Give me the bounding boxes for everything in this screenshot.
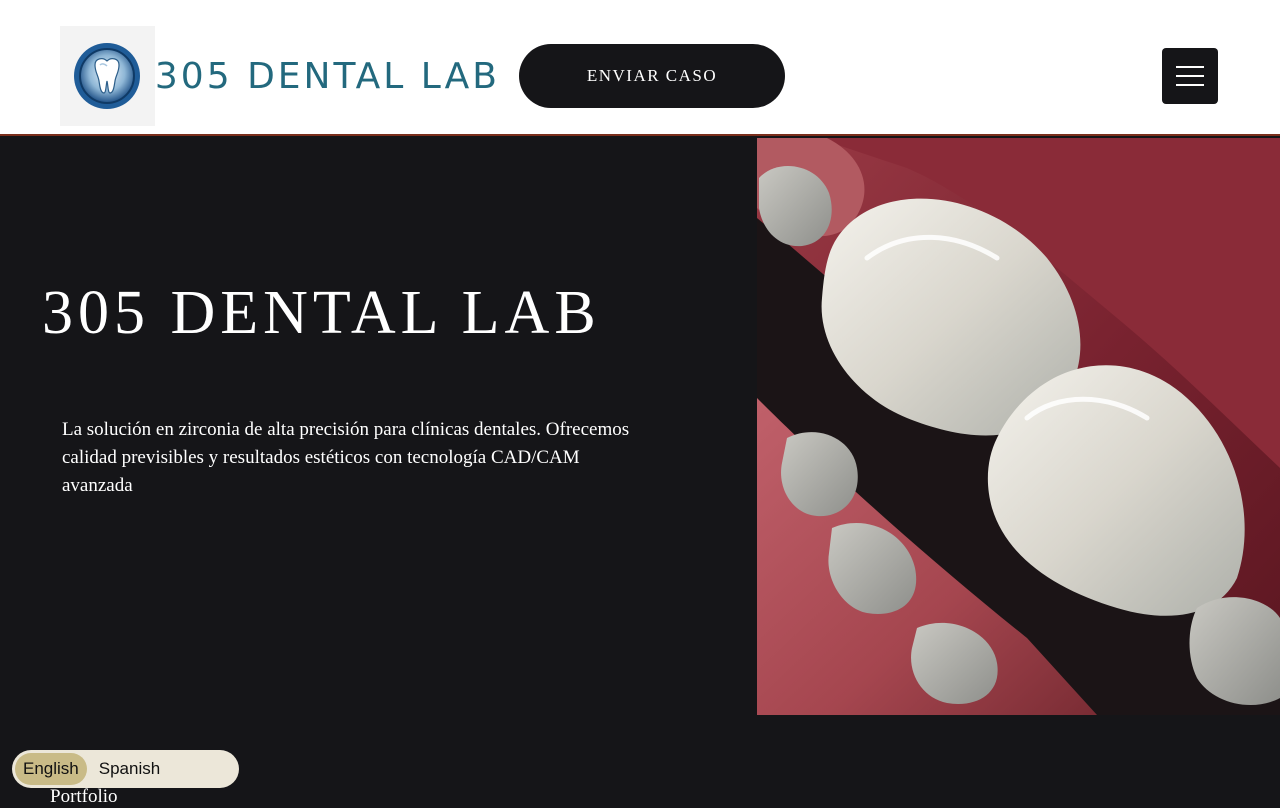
- hero-description: La solución en zirconia de alta precisió…: [62, 419, 630, 496]
- logo-text: 305 DENTAL LAB: [154, 55, 500, 97]
- nav-portfolio-link[interactable]: Portfolio: [50, 786, 118, 808]
- logo[interactable]: 305 DENTAL LAB: [60, 24, 500, 128]
- site-header: 305 DENTAL LAB ENVIAR CASO: [0, 0, 1280, 136]
- hero-section: 305 DENTAL LAB La solución en zirconia d…: [0, 138, 757, 715]
- hero-title: 305 DENTAL LAB: [42, 279, 601, 347]
- language-switch: English Spanish: [12, 750, 239, 788]
- lang-spanish-option[interactable]: Spanish: [91, 753, 168, 785]
- hamburger-menu-icon[interactable]: [1162, 48, 1218, 104]
- teeth-closeup-image: [757, 138, 1280, 715]
- send-case-button[interactable]: ENVIAR CASO: [519, 44, 785, 108]
- lang-english-option[interactable]: English: [15, 753, 87, 785]
- tooth-logo-icon: [60, 26, 155, 126]
